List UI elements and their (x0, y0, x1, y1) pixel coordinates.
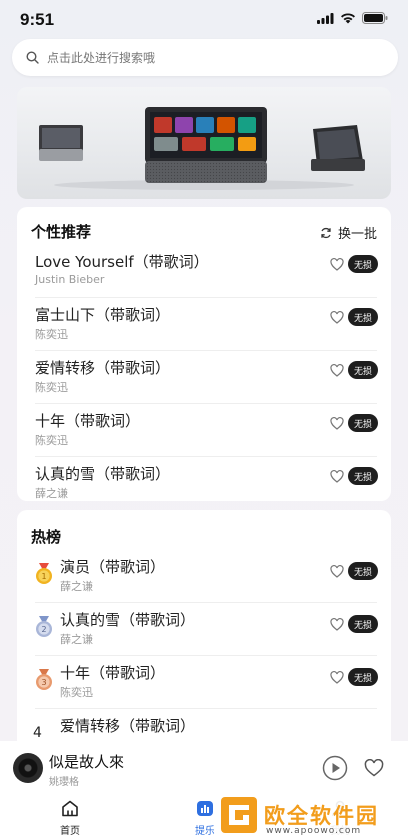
silver-medal-icon: 2 (36, 616, 52, 637)
song-artist: 陈奕迅 (35, 434, 68, 447)
refresh-button[interactable]: 换一批 (320, 223, 377, 242)
song-row[interactable]: 爱情转移（带歌词） 陈奕迅 无损 (17, 351, 391, 404)
hot-row[interactable]: 2 认真的雪（带歌词） 薛之谦 无损 (17, 603, 391, 656)
recommend-card: 个性推荐 换一批 Love Yourself（带歌词） Justin Biebe… (17, 207, 391, 501)
play-icon[interactable] (322, 755, 348, 781)
song-artist: 薛之谦 (60, 580, 93, 593)
search-icon (26, 51, 39, 64)
song-title: 十年（带歌词） (35, 412, 141, 430)
battery-icon (362, 12, 388, 24)
lossless-badge: 无损 (348, 255, 378, 273)
heart-icon[interactable] (330, 258, 344, 271)
song-title: 十年（带歌词） (60, 664, 166, 682)
heart-icon[interactable] (330, 417, 344, 430)
player-artist: 姚瓔格 (49, 777, 79, 788)
medal-rank: 3 (41, 678, 46, 687)
banner[interactable] (17, 87, 391, 199)
song-title: 演员（带歌词） (60, 558, 166, 576)
watermark-logo-icon (221, 797, 257, 833)
player-song-title: 似是故人來 (49, 753, 125, 771)
song-title: 富士山下（带歌词） (35, 306, 171, 324)
lossless-badge: 无损 (348, 615, 378, 633)
lossless-badge: 无损 (348, 308, 378, 326)
lossless-badge: 无损 (348, 562, 378, 580)
song-row[interactable]: 富士山下（带歌词） 陈奕迅 无损 (17, 298, 391, 351)
status-icons (317, 12, 388, 24)
song-artist: 陈奕迅 (60, 686, 93, 699)
status-time: 9:51 (20, 10, 55, 29)
heart-icon[interactable] (330, 311, 344, 324)
rank-number: 4 (33, 725, 42, 741)
hot-row[interactable]: 1 演员（带歌词） 薛之谦 无损 (17, 550, 391, 603)
song-row[interactable]: 认真的雪（带歌词） 薛之谦 无损 (17, 457, 391, 510)
heart-icon[interactable] (330, 470, 344, 483)
recommend-title: 个性推荐 (31, 223, 92, 241)
song-title: 爱情转移（带歌词） (35, 359, 171, 377)
heart-icon[interactable] (330, 671, 344, 684)
banner-product-image (39, 107, 365, 190)
mini-player[interactable]: 似是故人來 姚瓔格 (0, 741, 408, 796)
medal-rank: 2 (41, 625, 46, 634)
bronze-medal-icon: 3 (36, 669, 52, 690)
search-placeholder: 点击此处进行搜索哦 (47, 51, 156, 65)
tab-home[interactable]: 首页 (40, 800, 100, 837)
song-title: 认真的雪（带歌词） (35, 465, 171, 483)
album-disc (13, 753, 43, 783)
lossless-badge: 无损 (348, 467, 378, 485)
search-bar[interactable]: 点击此处进行搜索哦 (12, 39, 398, 76)
song-artist: 薛之谦 (35, 487, 68, 500)
tab-label: 首页 (60, 826, 80, 837)
song-title: 爱情转移（带歌词） (60, 717, 196, 735)
hot-card: 热榜 1 演员（带歌词） 薛之谦 无损 2 认真的雪（带歌词） 薛之谦 无损 3… (17, 510, 391, 750)
song-title: 认真的雪（带歌词） (60, 611, 196, 629)
watermark: 欧全软件园 www.apoowo.com (214, 790, 408, 840)
heart-icon[interactable] (330, 618, 344, 631)
heart-icon[interactable] (330, 364, 344, 377)
home-icon (62, 800, 78, 817)
status-bar: 9:51 (0, 0, 408, 40)
lossless-badge: 无损 (348, 668, 378, 686)
song-artist: 陈奕迅 (35, 381, 68, 394)
song-artist: Justin Bieber (35, 273, 105, 286)
song-title: Love Yourself（带歌词） (35, 253, 209, 271)
lossless-badge: 无损 (348, 414, 378, 432)
lossless-badge: 无损 (348, 361, 378, 379)
chart-icon (197, 801, 213, 816)
player-heart-icon[interactable] (364, 759, 384, 777)
signal-icon (317, 12, 334, 24)
song-row[interactable]: Love Yourself（带歌词） Justin Bieber 无损 (17, 245, 391, 298)
song-artist: 薛之谦 (60, 633, 93, 646)
heart-icon[interactable] (330, 565, 344, 578)
song-artist: 陈奕迅 (35, 328, 68, 341)
wifi-icon (341, 13, 355, 24)
refresh-icon (321, 227, 331, 238)
song-row[interactable]: 十年（带歌词） 陈奕迅 无损 (17, 404, 391, 457)
watermark-sub: www.apoowo.com (266, 826, 362, 836)
hot-row[interactable]: 3 十年（带歌词） 陈奕迅 无损 (17, 656, 391, 709)
hot-title: 热榜 (31, 528, 62, 546)
refresh-label: 换一批 (337, 227, 377, 242)
gold-medal-icon: 1 (36, 563, 52, 584)
medal-rank: 1 (41, 572, 46, 581)
